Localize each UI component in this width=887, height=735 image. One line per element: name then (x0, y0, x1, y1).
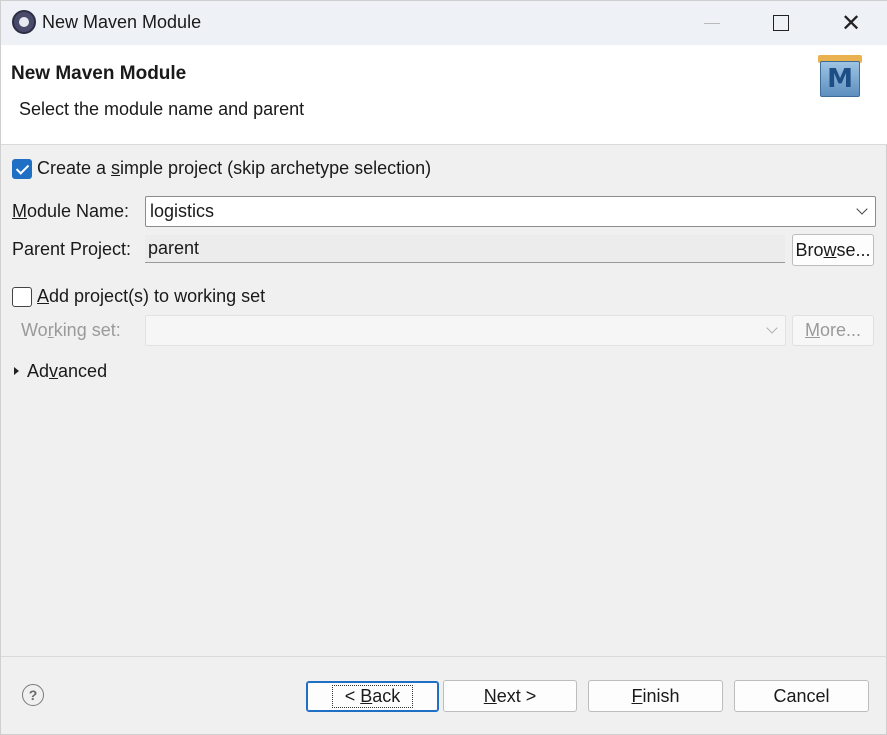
footer-separator (1, 656, 887, 657)
working-set-checkbox[interactable] (12, 287, 32, 307)
maven-logo-letter: M (820, 61, 860, 97)
close-button[interactable]: ✕ (816, 1, 886, 45)
simple-project-label[interactable]: Create a simple project (skip archetype … (37, 158, 431, 179)
working-set-checkbox-label[interactable]: Add project(s) to working set (37, 286, 265, 307)
minimize-icon (704, 22, 720, 24)
chevron-down-icon[interactable] (856, 203, 868, 215)
minimize-button[interactable] (677, 1, 747, 45)
module-name-label: Module Name: (12, 201, 130, 221)
new-maven-module-dialog: New Maven Module ✕ New Maven Module Sele… (0, 0, 887, 735)
maximize-icon (773, 15, 789, 31)
working-set-combo[interactable] (145, 315, 786, 346)
wizard-header: New Maven Module Select the module name … (1, 45, 887, 145)
maven-logo-icon: M (816, 55, 864, 97)
module-name-combo[interactable]: logistics (145, 196, 876, 227)
simple-project-checkbox[interactable] (12, 159, 32, 179)
browse-button[interactable]: Bro w se... (792, 234, 874, 266)
close-icon: ✕ (840, 9, 862, 37)
back-button[interactable]: < Back (306, 681, 439, 712)
more-button[interactable]: More... (792, 315, 874, 346)
help-icon[interactable]: ? (22, 684, 44, 706)
wizard-subtitle: Select the module name and parent (19, 99, 305, 119)
parent-project-value: parent (148, 238, 200, 258)
chevron-down-icon[interactable] (766, 322, 778, 334)
title-bar: New Maven Module ✕ (1, 1, 887, 45)
next-button[interactable]: Next > (443, 680, 577, 712)
finish-button[interactable]: Finish (588, 680, 723, 712)
eclipse-app-icon (12, 10, 36, 34)
expand-triangle-icon[interactable] (14, 367, 19, 375)
parent-project-field: parent (145, 235, 785, 263)
window-title: New Maven Module (42, 12, 202, 32)
advanced-section-toggle[interactable]: Advanced (27, 361, 107, 382)
wizard-title: New Maven Module (11, 63, 187, 84)
cancel-button[interactable]: Cancel (734, 680, 869, 712)
working-set-label: Working set: (21, 320, 121, 340)
maximize-button[interactable] (746, 1, 816, 45)
parent-project-label: Parent Project: (12, 239, 132, 259)
module-name-value: logistics (150, 201, 215, 221)
